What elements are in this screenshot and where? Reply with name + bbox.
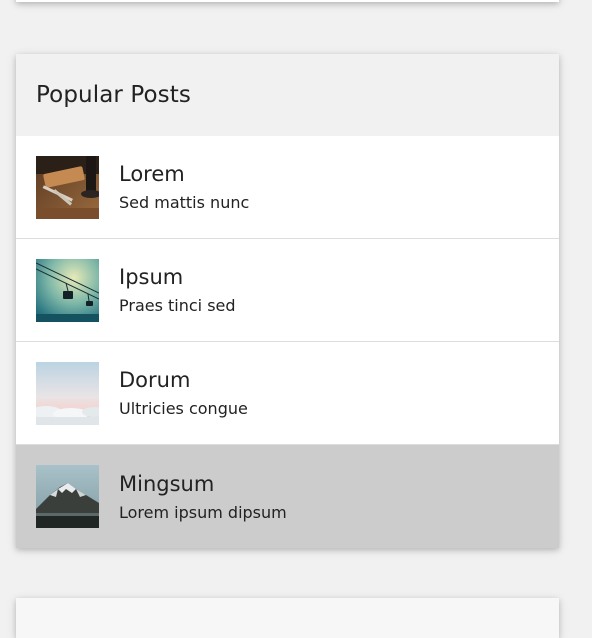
post-subtitle: Lorem ipsum dipsum: [119, 502, 287, 522]
widget-title: Popular Posts: [36, 82, 191, 108]
workspace-photo-icon: [36, 155, 99, 219]
post-subtitle: Praes tinci sed: [119, 296, 236, 315]
post-text: Dorum Ultricies congue: [119, 366, 248, 420]
post-subtitle: Ultricies congue: [119, 399, 248, 418]
post-thumbnail[interactable]: [36, 465, 99, 528]
post-item-dorum[interactable]: Dorum Ultricies congue: [16, 342, 559, 445]
post-item-ipsum[interactable]: Ipsum Praes tinci sed: [16, 239, 559, 342]
previous-card: [16, 0, 559, 2]
mountain-photo-icon: [36, 465, 99, 528]
popular-posts-widget: Popular Posts Lorem Sed mattis nunc Ipsu…: [16, 54, 559, 548]
post-thumbnail[interactable]: [36, 361, 99, 425]
post-title[interactable]: Mingsum: [119, 470, 287, 498]
cable-car-photo-icon: [36, 258, 99, 322]
post-item-mingsum[interactable]: Mingsum Lorem ipsum dipsum: [16, 445, 559, 548]
clouds-photo-icon: [36, 361, 99, 425]
post-title[interactable]: Lorem: [119, 160, 249, 188]
post-thumbnail[interactable]: [36, 258, 99, 322]
post-thumbnail[interactable]: [36, 155, 99, 219]
post-title[interactable]: Dorum: [119, 366, 248, 394]
post-subtitle: Sed mattis nunc: [119, 193, 250, 212]
widget-header: Popular Posts: [16, 54, 559, 136]
post-title[interactable]: Ipsum: [119, 263, 236, 291]
post-text: Lorem Sed mattis nunc: [119, 160, 249, 214]
post-text: Ipsum Praes tinci sed: [119, 263, 236, 317]
post-item-lorem[interactable]: Lorem Sed mattis nunc: [16, 136, 559, 239]
next-card: [16, 598, 559, 638]
post-list: Lorem Sed mattis nunc Ipsum Praes tinci …: [16, 136, 559, 548]
post-text: Mingsum Lorem ipsum dipsum: [119, 470, 287, 524]
